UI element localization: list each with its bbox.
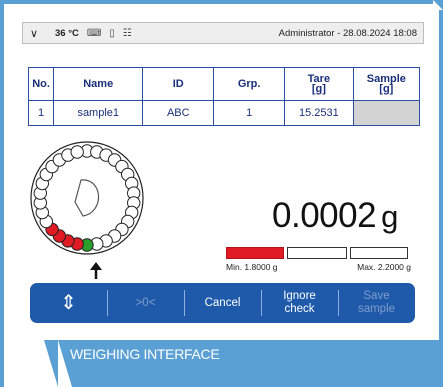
weight-unit: g xyxy=(381,199,398,234)
caption-text: WEIGHING INTERFACE xyxy=(70,346,220,362)
table-header-row: No. Name ID Grp. Tare [g] Sample [g] xyxy=(27,67,421,101)
user-datetime: Administrator - 28.08.2024 18:08 xyxy=(278,27,417,39)
sample-table: No. Name ID Grp. Tare [g] Sample [g] 1 sam… xyxy=(27,67,421,126)
save-sample-button[interactable]: Save sample xyxy=(338,283,415,323)
max-label: Max. 2.2000 g xyxy=(357,262,411,272)
tolerance-bar xyxy=(226,247,411,259)
temperature-readout: 36 °C xyxy=(55,27,79,39)
min-label: Min. 1.8000 g xyxy=(226,262,278,272)
arrow-up-icon xyxy=(90,262,102,279)
col-tare-header-text: Tare [g] xyxy=(307,73,331,95)
zero-button[interactable]: >0< xyxy=(107,283,184,323)
cell-id: ABC xyxy=(142,100,215,126)
col-sample-header-text: Sample [g] xyxy=(366,73,406,95)
carousel-position xyxy=(70,145,84,159)
chevron-down-icon[interactable]: ∨ xyxy=(23,27,45,40)
save-sample-label: Save sample xyxy=(357,290,396,315)
col-grp-header: Grp. xyxy=(213,67,286,101)
col-name-header: Name xyxy=(53,67,144,101)
table-row[interactable]: 1 sample1 ABC 1 15.2531 xyxy=(27,100,421,126)
sample-carousel xyxy=(30,141,144,279)
col-tare-header: Tare [g] xyxy=(284,67,354,101)
tolerance-bar-high xyxy=(350,247,408,259)
tolerance-labels: Min. 1.8000 g Max. 2.2000 g xyxy=(226,262,411,272)
col-no-header: No. xyxy=(27,67,55,101)
action-bar: ⇕ >0< Cancel Ignore check Save sample xyxy=(30,283,415,323)
status-bar: ∨ 36 °C ⌨ ▯ ☷ Administrator - 28.08.2024… xyxy=(22,22,424,44)
tolerance-bar-mid xyxy=(287,247,347,259)
col-id-header: ID xyxy=(142,67,215,101)
ignore-check-button[interactable]: Ignore check xyxy=(261,283,338,323)
cancel-button[interactable]: Cancel xyxy=(184,283,261,323)
weight-readout: 0.0002 g xyxy=(272,196,398,236)
cell-tare: 15.2531 xyxy=(284,100,354,126)
up-down-button[interactable]: ⇕ xyxy=(30,283,107,323)
caption-triangle xyxy=(44,340,58,387)
tolerance-bar-low xyxy=(226,247,284,259)
cell-no: 1 xyxy=(27,100,55,126)
frame-edge-left xyxy=(0,0,4,387)
cell-sample xyxy=(352,100,421,126)
calendar-keyboard-icon: ⌨ xyxy=(86,27,102,39)
caption-banner: WEIGHING INTERFACE xyxy=(58,340,443,387)
ignore-check-label: Ignore check xyxy=(283,290,316,315)
thermometer-icon: ▯ xyxy=(109,27,115,39)
cell-grp: 1 xyxy=(213,100,286,126)
cell-name: sample1 xyxy=(53,100,144,126)
up-down-arrow-icon: ⇕ xyxy=(60,291,77,314)
weight-value: 0.0002 xyxy=(272,196,377,235)
network-icon: ☷ xyxy=(122,27,132,39)
frame-edge-top xyxy=(0,0,433,4)
col-sample-header: Sample [g] xyxy=(352,67,421,101)
frame-edge-right xyxy=(439,10,443,387)
